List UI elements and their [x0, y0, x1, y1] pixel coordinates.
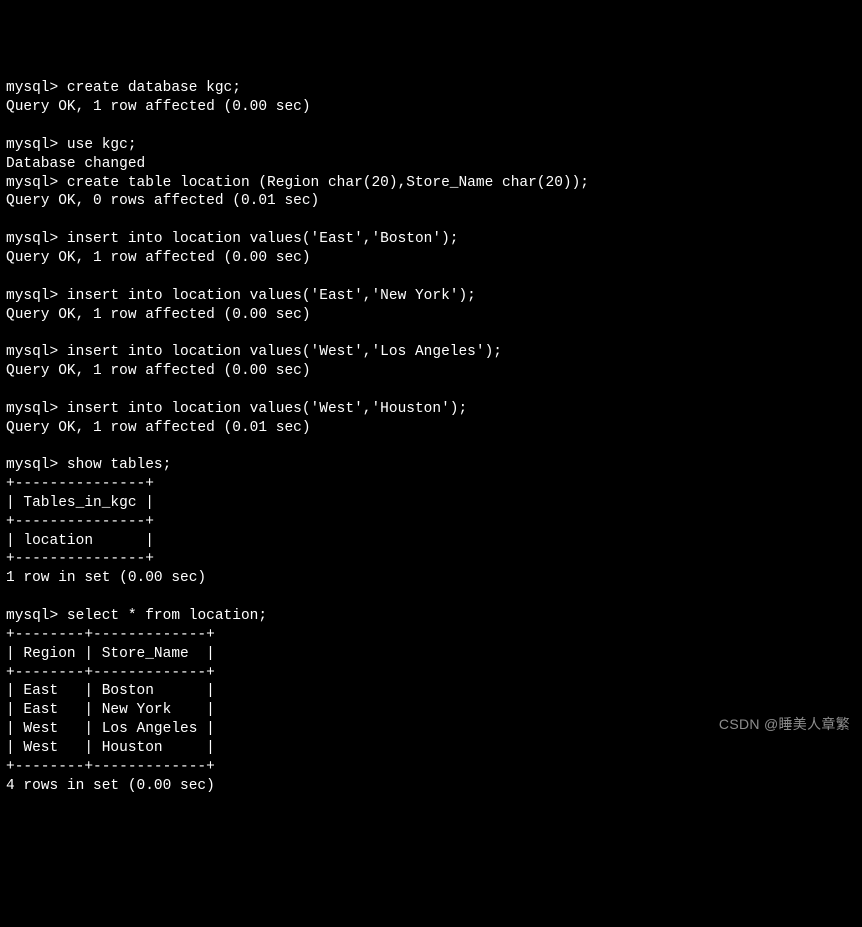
table-border: +---------------+: [6, 551, 154, 567]
response-text: Database changed: [6, 156, 145, 172]
response-text: Query OK, 1 row affected (0.00 sec): [6, 99, 311, 115]
table-border: +---------------+: [6, 514, 154, 530]
response-text: Query OK, 1 row affected (0.01 sec): [6, 420, 311, 436]
response-text: Query OK, 1 row affected (0.00 sec): [6, 363, 311, 379]
prompt: mysql>: [6, 137, 67, 153]
response-text: Query OK, 0 rows affected (0.01 sec): [6, 193, 319, 209]
prompt: mysql>: [6, 80, 67, 96]
command-insert: insert into location values('West','Hous…: [67, 401, 467, 417]
terminal-output[interactable]: mysql> create database kgc; Query OK, 1 …: [6, 79, 856, 795]
command-show-tables: show tables;: [67, 457, 171, 473]
response-text: 4 rows in set (0.00 sec): [6, 778, 215, 794]
table-header: | Tables_in_kgc |: [6, 495, 154, 511]
table-row: | East | New York |: [6, 702, 215, 718]
command-use-db: use kgc;: [67, 137, 137, 153]
prompt: mysql>: [6, 401, 67, 417]
command-insert: insert into location values('West','Los …: [67, 344, 502, 360]
command-insert: insert into location values('East','Bost…: [67, 231, 459, 247]
prompt: mysql>: [6, 288, 67, 304]
table-row: | location |: [6, 533, 154, 549]
command-create-db: create database kgc;: [67, 80, 241, 96]
prompt: mysql>: [6, 608, 67, 624]
prompt: mysql>: [6, 457, 67, 473]
table-border: +--------+-------------+: [6, 627, 215, 643]
prompt: mysql>: [6, 231, 67, 247]
response-text: Query OK, 1 row affected (0.00 sec): [6, 307, 311, 323]
command-insert: insert into location values('East','New …: [67, 288, 476, 304]
response-text: 1 row in set (0.00 sec): [6, 570, 206, 586]
watermark-text: CSDN @睡美人章繁: [719, 715, 850, 733]
table-row: | West | Los Angeles |: [6, 721, 215, 737]
prompt: mysql>: [6, 344, 67, 360]
prompt: mysql>: [6, 175, 67, 191]
table-border: +--------+-------------+: [6, 665, 215, 681]
table-row: | West | Houston |: [6, 740, 215, 756]
command-create-table: create table location (Region char(20),S…: [67, 175, 589, 191]
table-row: | East | Boston |: [6, 683, 215, 699]
table-border: +---------------+: [6, 476, 154, 492]
command-select: select * from location;: [67, 608, 267, 624]
table-header: | Region | Store_Name |: [6, 646, 215, 662]
table-border: +--------+-------------+: [6, 759, 215, 775]
response-text: Query OK, 1 row affected (0.00 sec): [6, 250, 311, 266]
